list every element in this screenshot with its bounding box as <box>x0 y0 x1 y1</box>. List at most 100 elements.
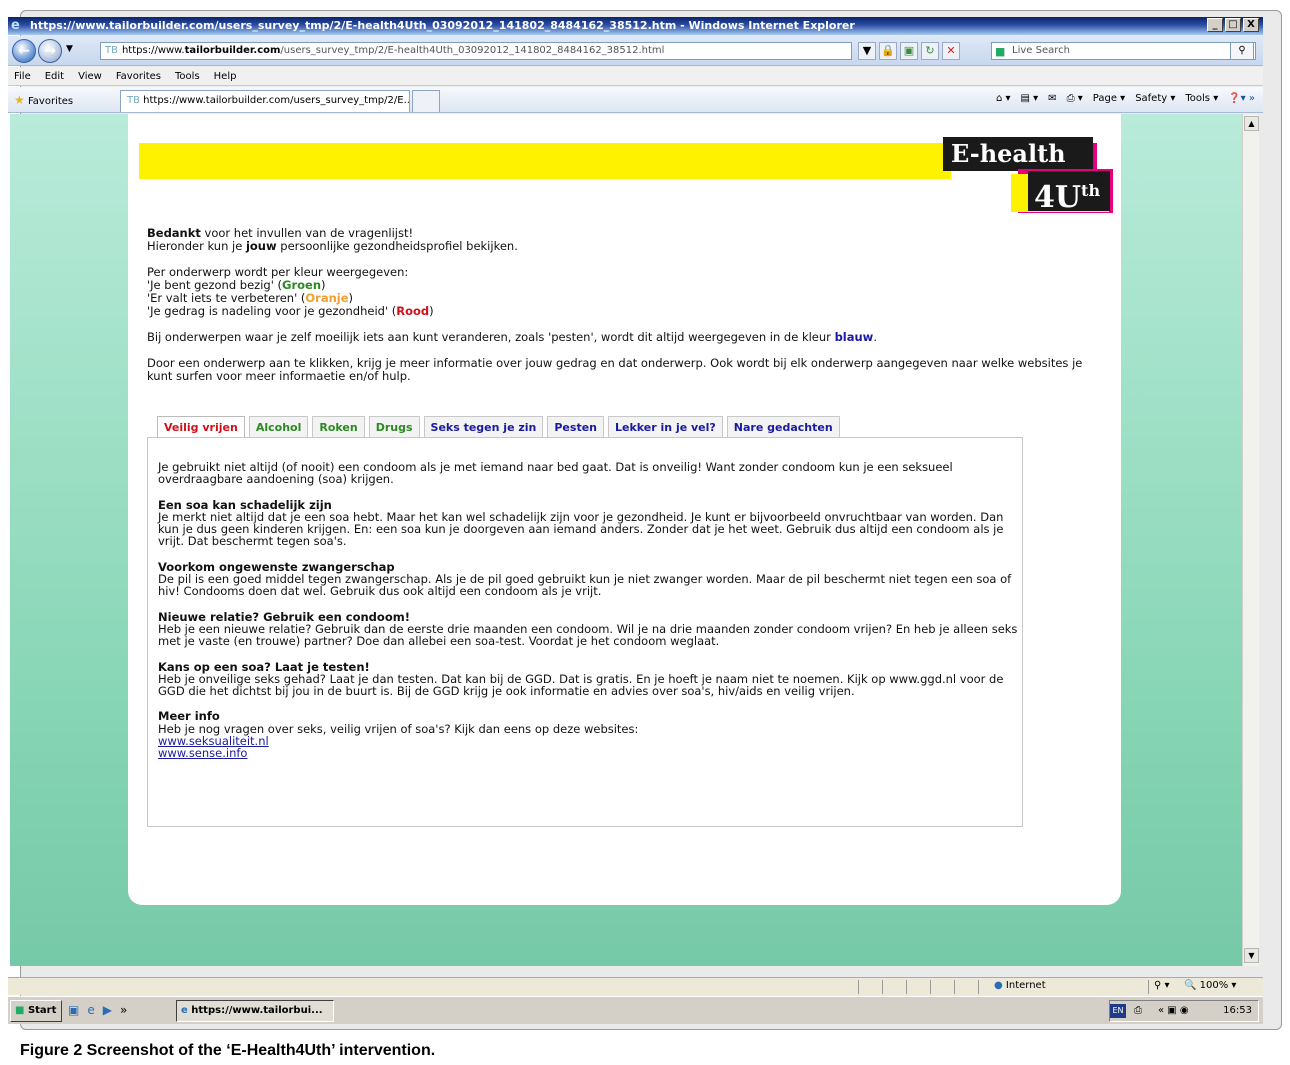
search-icon[interactable]: ⚲ <box>1230 42 1254 60</box>
feeds-icon[interactable]: ▤ ▾ <box>1021 93 1039 104</box>
ie-quicklaunch-icon[interactable]: e <box>87 1003 94 1017</box>
stop-icon[interactable]: ✕ <box>942 42 960 60</box>
history-dropdown-icon[interactable]: ▼ <box>66 44 73 54</box>
zoom-level: 100% <box>1199 980 1229 991</box>
close-button[interactable]: X <box>1243 18 1259 32</box>
language-indicator[interactable]: EN <box>1110 1004 1126 1018</box>
window-title: https://www.tailorbuilder.com/users_surv… <box>30 19 855 32</box>
menu-help[interactable]: Help <box>214 71 237 82</box>
forward-button[interactable]: → <box>38 39 62 63</box>
section-text: Heb je onveilige seks gehad? Laat je dan… <box>158 671 1004 699</box>
tab-nare-gedachten[interactable]: Nare gedachten <box>726 416 840 437</box>
safety-menu[interactable]: Safety ▾ <box>1135 93 1175 104</box>
compatibility-icon[interactable]: ▣ <box>900 42 918 60</box>
red-line: 'Je gedrag is nadeling voor je gezondhei… <box>147 304 397 318</box>
section-text: De pil is een goed middel tegen zwangers… <box>158 572 1012 599</box>
security-zone[interactable]: ● Internet <box>994 980 1046 991</box>
logo-line2: 4Uth <box>1028 171 1110 215</box>
printer-icon[interactable]: ⎙ <box>1134 1001 1142 1021</box>
menu-edit[interactable]: Edit <box>45 71 64 82</box>
zoom-control[interactable]: 🔍 100% ▾ <box>1184 980 1236 991</box>
zone-label: Internet <box>1005 980 1046 991</box>
colors-intro: Per onderwerp wordt per kleur weergegeve… <box>147 265 409 279</box>
menu-tools[interactable]: Tools <box>175 71 200 82</box>
search-placeholder: Live Search <box>1012 45 1070 56</box>
section-soa-schadelijk: Een soa kan schadelijk zijn Je merkt nie… <box>158 498 1020 548</box>
clock: 16:53 <box>1223 1005 1252 1016</box>
green-word: Groen <box>282 278 322 292</box>
taskbar-ie-window[interactable]: e https://www.tailorbui... <box>176 1000 334 1022</box>
print-icon[interactable]: ⎙ ▾ <box>1067 93 1083 104</box>
address-scheme: https://www. <box>121 45 185 56</box>
tab-veilig-vrijen[interactable]: Veilig vrijen <box>157 416 245 439</box>
profile-text-a: Hieronder kun je <box>147 239 246 253</box>
search-input[interactable]: ■ Live Search <box>991 42 1256 60</box>
menu-bar: File Edit View Favorites Tools Help <box>8 67 1263 86</box>
address-input[interactable]: TB https://www.tailorbuilder.com/users_su… <box>100 42 852 60</box>
paren: ) <box>321 278 326 292</box>
help-icon[interactable]: ❓▾ » <box>1228 93 1255 104</box>
tab-seks-tegen-je-zin[interactable]: Seks tegen je zin <box>423 416 544 437</box>
e-health4uth-logo: E-health 4Uth <box>943 137 1113 215</box>
back-button[interactable]: ← <box>12 39 36 63</box>
maximize-button[interactable]: □ <box>1225 18 1241 32</box>
blue-word: blauw <box>834 330 874 344</box>
orange-word: Oranje <box>305 291 349 305</box>
star-icon: ★ <box>14 93 25 107</box>
header-yellow-bar <box>139 143 951 179</box>
more-icon[interactable]: » <box>120 1003 127 1017</box>
logo-4u: 4U <box>1034 180 1082 215</box>
intro-text: Bedankt voor het invullen van de vragenl… <box>147 227 1097 396</box>
home-icon[interactable]: ⌂ ▾ <box>996 93 1011 104</box>
start-button[interactable]: ■ Start <box>10 1000 62 1022</box>
tab-panel-content: Je gebruikt niet altijd (of nooit) een c… <box>158 461 1020 773</box>
thanks-text: voor het invullen van de vragenlijst! <box>200 226 414 240</box>
tab-drugs[interactable]: Drugs <box>368 416 420 437</box>
tab-pesten[interactable]: Pesten <box>547 416 604 437</box>
link-sense[interactable]: www.sense.info <box>158 747 1020 760</box>
page-menu[interactable]: Page ▾ <box>1093 93 1125 104</box>
address-path: /users_survey_tmp/2/E-health4Uth_0309201… <box>280 45 665 56</box>
menu-view[interactable]: View <box>78 71 102 82</box>
globe-icon: ● <box>994 980 1003 991</box>
profile-bold: jouw <box>245 239 277 253</box>
refresh-icon[interactable]: ↻ <box>921 42 939 60</box>
system-tray: EN ⎙ « ▣ ◉ 16:53 <box>1109 1000 1259 1022</box>
minimize-button[interactable]: _ <box>1207 18 1223 32</box>
tab-alcohol[interactable]: Alcohol <box>248 416 309 437</box>
lock-icon[interactable]: 🔒 <box>879 42 897 60</box>
address-domain: tailorbuilder.com <box>184 45 281 56</box>
vertical-scrollbar[interactable]: ▲ ▼ <box>1242 114 1259 966</box>
mail-icon[interactable]: ✉ <box>1048 93 1056 104</box>
browser-tab[interactable]: TB https://www.tailorbuilder.com/users_s… <box>120 90 410 112</box>
menu-file[interactable]: File <box>14 71 31 82</box>
section-zwangerschap: Voorkom ongewenste zwangerschap De pil i… <box>158 560 1020 599</box>
favorites-button[interactable]: ★ Favorites <box>14 93 73 107</box>
start-label: Start <box>27 1005 57 1016</box>
address-toolbar: ← → ▼ TB https://www.tailorbuilder.com/us… <box>8 36 1263 66</box>
media-icon[interactable]: ▶ <box>103 1003 112 1017</box>
section-text: Heb je een nieuwe relatie? Gebruik dan d… <box>158 621 1018 649</box>
desktop-icon[interactable]: ▣ <box>68 1003 79 1017</box>
click-info: Door een onderwerp aan te klikken, krijg… <box>147 356 1083 383</box>
logo-sup: th <box>1081 181 1101 200</box>
favorites-label: Favorites <box>27 96 74 107</box>
tab-lekker-in-je-vel[interactable]: Lekker in je vel? <box>608 416 723 437</box>
new-tab-button[interactable] <box>412 90 440 112</box>
section-nieuwe-relatie: Nieuwe relatie? Gebruik een condoom! Heb… <box>158 610 1020 649</box>
address-dropdown-icon[interactable]: ▼ <box>858 42 876 60</box>
section-meer-info: Meer info Heb je nog vragen over seks, v… <box>158 710 1020 759</box>
scroll-up-icon[interactable]: ▲ <box>1244 116 1259 131</box>
protected-mode-icon[interactable]: ⚲ ▾ <box>1154 980 1170 991</box>
tray-icons[interactable]: « ▣ ◉ <box>1158 1001 1189 1021</box>
paren: ) <box>348 291 354 305</box>
tools-menu[interactable]: Tools ▾ <box>1185 93 1218 104</box>
orange-line: 'Er valt iets te verbeteren' ( <box>147 291 306 305</box>
menu-favorites[interactable]: Favorites <box>116 71 161 82</box>
ie-logo-icon: e <box>11 18 20 33</box>
window-titlebar[interactable]: e https://www.tailorbuilder.com/users_su… <box>8 17 1263 35</box>
scroll-down-icon[interactable]: ▼ <box>1244 948 1259 963</box>
tab-roken[interactable]: Roken <box>312 416 365 437</box>
link-seksualiteit[interactable]: www.seksualiteit.nl <box>158 735 1020 748</box>
zoom-icon: 🔍 <box>1184 980 1197 991</box>
